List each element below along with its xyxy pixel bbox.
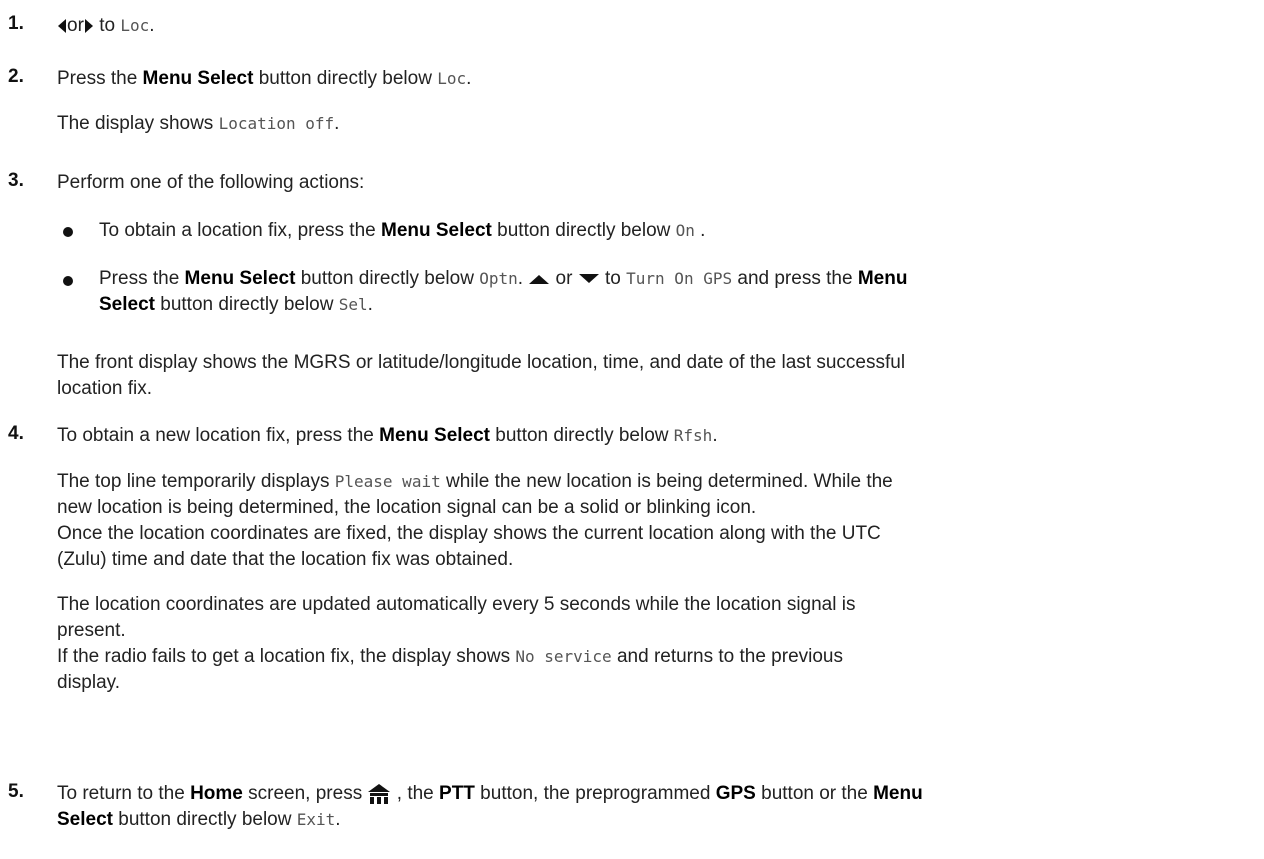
step-text: Perform one of the following actions: bbox=[57, 172, 365, 193]
bullet bbox=[63, 227, 73, 237]
left-arrow-icon bbox=[58, 18, 66, 33]
step-number: 2. bbox=[8, 66, 24, 87]
bullet bbox=[63, 276, 73, 286]
step-number: 5. bbox=[8, 781, 24, 802]
step-text: To obtain a new location fix, press the … bbox=[57, 425, 718, 446]
bullet-text: To obtain a location fix, press the Menu… bbox=[99, 220, 706, 241]
step-result: The location coordinates are updated aut… bbox=[57, 594, 856, 693]
down-arrow-icon bbox=[578, 273, 599, 283]
step-result: The front display shows the MGRS or lati… bbox=[57, 352, 906, 399]
step-result: The top line temporarily displays Please… bbox=[57, 471, 893, 570]
step-number: 1. bbox=[8, 13, 24, 34]
step-number: 3. bbox=[8, 170, 24, 191]
bullet-text: Press the Menu Select button directly be… bbox=[99, 268, 908, 315]
right-arrow-icon bbox=[84, 18, 93, 33]
up-arrow-icon bbox=[529, 274, 550, 284]
step-text: or to Loc. bbox=[57, 13, 1237, 39]
step-text: Press the Menu Select button directly be… bbox=[57, 68, 472, 89]
home-icon bbox=[368, 783, 391, 804]
step-number: 4. bbox=[8, 423, 24, 444]
step-result: The display shows Location off. bbox=[57, 113, 340, 134]
step-text: To return to the Home screen, press , th… bbox=[57, 783, 923, 830]
